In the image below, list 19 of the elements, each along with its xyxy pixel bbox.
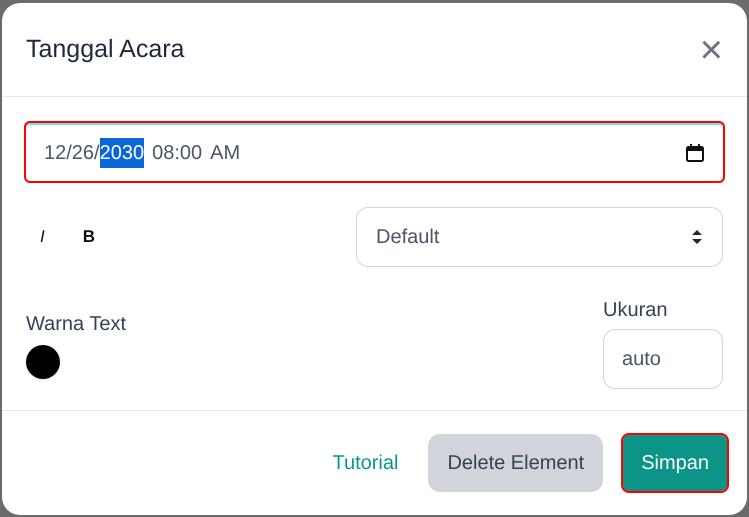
- text-color-label: Warna Text: [26, 312, 126, 337]
- sort-arrows-icon: [691, 228, 703, 246]
- font-select[interactable]: Default: [356, 207, 723, 267]
- date-text: 2030: [100, 138, 144, 168]
- dialog-title: Tanggal Acara: [26, 34, 184, 65]
- time-text: 08:00: [152, 141, 202, 166]
- size-field[interactable]: auto: [603, 329, 723, 389]
- date-text: 12/26/: [44, 141, 100, 166]
- time-text: AM: [210, 141, 240, 166]
- tutorial-link[interactable]: Tutorial: [322, 448, 408, 478]
- save-button[interactable]: Simpan: [623, 435, 727, 491]
- delete-element-button[interactable]: Delete Element: [428, 434, 604, 492]
- bold-button[interactable]: B: [80, 224, 98, 250]
- calendar-icon[interactable]: [685, 143, 705, 163]
- color-swatch[interactable]: [26, 345, 60, 379]
- date-time-field[interactable]: 12/26/2030 08:00 AM: [26, 123, 723, 181]
- size-label: Ukuran: [603, 298, 668, 323]
- close-button[interactable]: ×: [700, 30, 723, 70]
- italic-button[interactable]: I: [38, 224, 47, 250]
